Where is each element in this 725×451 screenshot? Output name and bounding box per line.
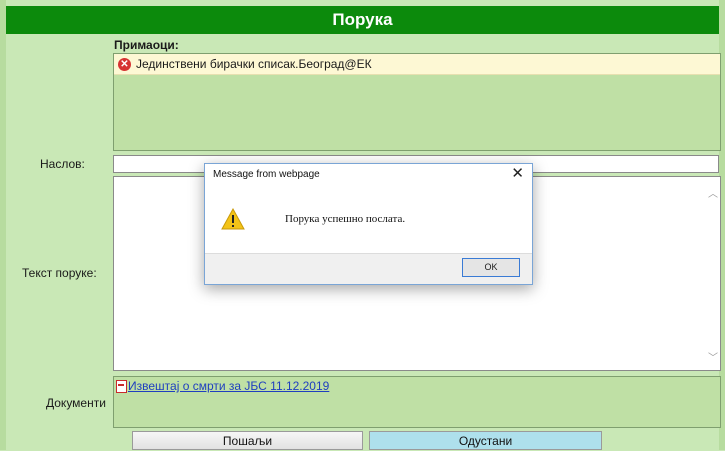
message-dialog: Message from webpage ✕ Порука успешно по… bbox=[204, 163, 533, 285]
error-icon: ✕ bbox=[118, 57, 131, 71]
close-icon[interactable]: ✕ bbox=[511, 164, 524, 184]
warning-icon bbox=[221, 208, 245, 230]
frame-edge-left bbox=[0, 0, 6, 450]
document-item[interactable]: Извештај о смрти за ЈБС 11.12.2019 bbox=[116, 379, 329, 393]
dialog-message: Порука успешно послата. bbox=[285, 213, 406, 225]
cancel-button[interactable]: Одустани bbox=[369, 431, 602, 450]
dialog-title: Message from webpage bbox=[213, 169, 320, 180]
subject-label: Наслов: bbox=[40, 157, 85, 171]
recipients-box[interactable]: ✕ Јединствени бирачки списак.Београд@ЕК bbox=[113, 53, 721, 151]
ok-button[interactable]: OK bbox=[462, 258, 520, 277]
recipient-item[interactable]: ✕ Јединствени бирачки списак.Београд@ЕК bbox=[114, 54, 720, 75]
body-label: Текст поруке: bbox=[22, 266, 97, 280]
scroll-down-icon[interactable]: ﹀ bbox=[708, 349, 718, 364]
window-title: Порука bbox=[6, 6, 719, 34]
documents-label: Документи bbox=[46, 396, 106, 410]
scroll-up-icon[interactable]: ︿ bbox=[708, 185, 718, 200]
recipients-label: Примаоци: bbox=[114, 38, 179, 52]
recipient-name: Јединствени бирачки списак.Београд@ЕК bbox=[136, 57, 372, 71]
documents-box: Извештај о смрти за ЈБС 11.12.2019 bbox=[113, 376, 721, 428]
pdf-icon bbox=[116, 379, 127, 393]
dialog-footer: OK bbox=[205, 253, 532, 284]
send-button[interactable]: Пошаљи bbox=[132, 431, 363, 450]
document-link[interactable]: Извештај о смрти за ЈБС 11.12.2019 bbox=[128, 379, 329, 393]
